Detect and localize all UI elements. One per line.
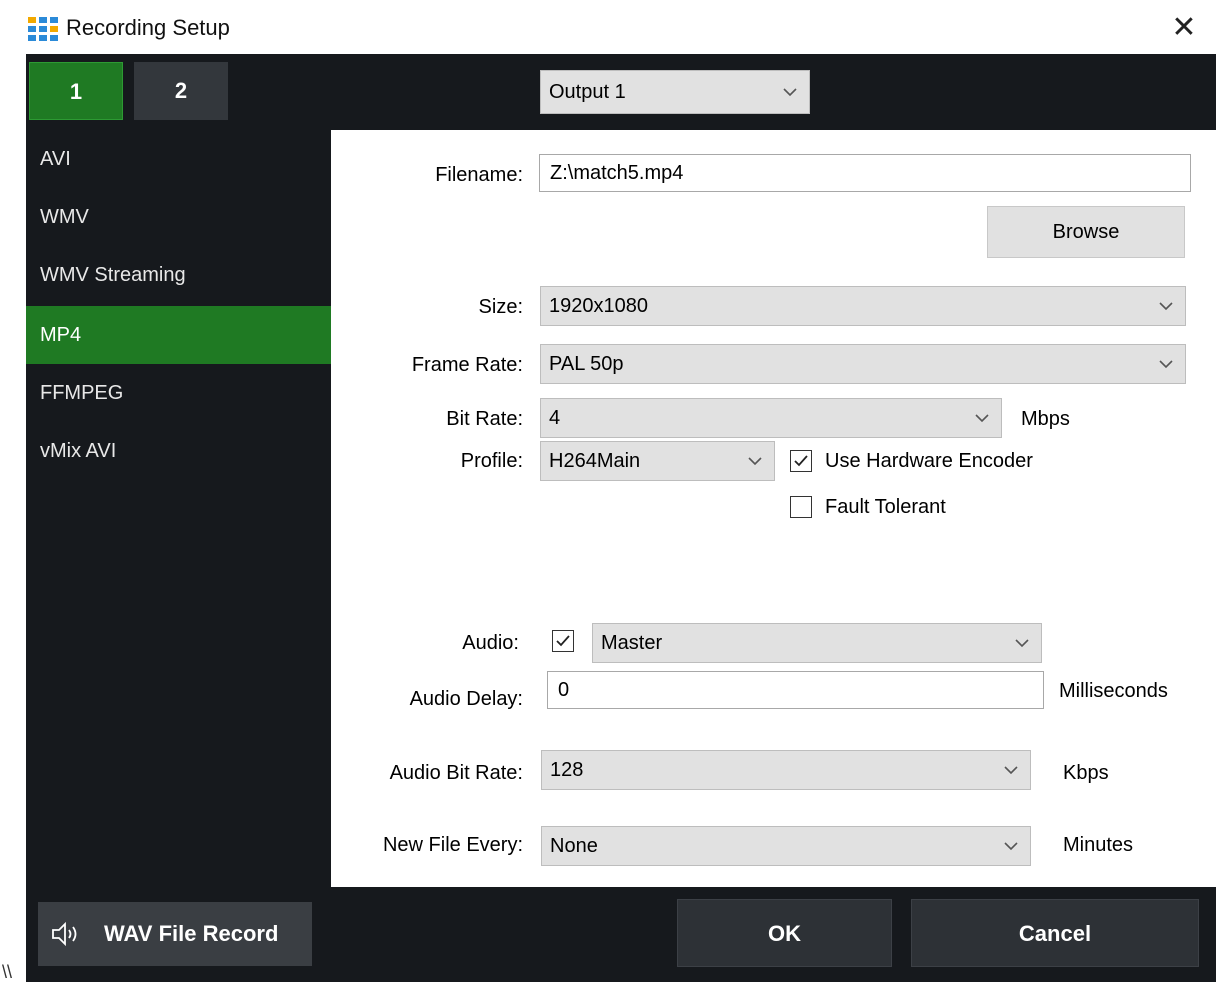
output-select-value: Output 1 (549, 80, 626, 103)
profile-select[interactable]: H264Main (540, 441, 775, 481)
close-icon[interactable]: ✕ (1166, 10, 1202, 46)
tab-1[interactable]: 1 (29, 62, 123, 120)
chevron-down-icon (971, 407, 993, 429)
frame-rate-select-value: PAL 50p (549, 352, 624, 375)
settings-panel: Filename: Z:\match5.mp4 Browse Size: 192… (331, 130, 1216, 887)
stray-text: \\ (2, 962, 13, 982)
ok-button[interactable]: OK (677, 899, 892, 967)
audio-delay-input[interactable]: 0 (547, 671, 1044, 709)
audio-source-select-value: Master (601, 631, 663, 654)
cancel-button[interactable]: Cancel (911, 899, 1199, 967)
chevron-down-icon (1155, 353, 1177, 375)
bit-rate-label: Bit Rate: (446, 408, 523, 430)
bit-rate-select[interactable]: 4 (540, 398, 1002, 438)
audio-bit-rate-label: Audio Bit Rate: (389, 762, 523, 784)
top-bar: 1 2 Output 1 (26, 54, 1216, 130)
audio-bit-rate-select[interactable]: 128 (541, 750, 1031, 790)
bit-rate-unit: Mbps (1021, 408, 1070, 430)
title-bar: Recording Setup ✕ (0, 0, 1216, 54)
audio-source-select[interactable]: Master (592, 623, 1042, 663)
use-hardware-encoder-label: Use Hardware Encoder (825, 450, 1033, 472)
new-file-every-select[interactable]: None (541, 826, 1031, 866)
fault-tolerant-label: Fault Tolerant (825, 496, 946, 518)
sidebar-item-wmv-streaming[interactable]: WMV Streaming (26, 246, 331, 304)
filename-input[interactable]: Z:\match5.mp4 (539, 154, 1191, 192)
new-file-every-select-value: None (550, 834, 598, 857)
new-file-every-label: New File Every: (382, 834, 523, 856)
sidebar-item-mp4[interactable]: MP4 (26, 306, 331, 364)
sidebar-item-avi[interactable]: AVI (26, 130, 331, 188)
app-grid-icon (28, 17, 58, 41)
footer-bar: OK Cancel (331, 887, 1216, 982)
chevron-down-icon (1000, 835, 1022, 857)
sidebar-item-vmix-avi[interactable]: vMix AVI (26, 422, 331, 480)
chevron-down-icon (1011, 632, 1033, 654)
wav-file-record-label: WAV File Record (104, 921, 279, 946)
fault-tolerant-checkbox[interactable] (790, 496, 812, 518)
chevron-down-icon (744, 450, 766, 472)
speaker-icon (50, 919, 84, 949)
size-select[interactable]: 1920x1080 (540, 286, 1186, 326)
chevron-down-icon (1000, 759, 1022, 781)
profile-label: Profile: (460, 450, 523, 472)
output-select[interactable]: Output 1 (540, 70, 810, 114)
checkmark-icon (794, 455, 808, 467)
tab-2[interactable]: 2 (134, 62, 228, 120)
checkmark-icon (556, 635, 570, 647)
audio-delay-unit: Milliseconds (1059, 680, 1168, 702)
frame-rate-select[interactable]: PAL 50p (540, 344, 1186, 384)
audio-label: Audio: (462, 632, 519, 654)
filename-label: Filename: (435, 164, 523, 186)
chevron-down-icon (1155, 295, 1177, 317)
chevron-down-icon (779, 81, 801, 103)
sidebar-item-ffmpeg[interactable]: FFMPEG (26, 364, 331, 422)
bit-rate-select-value: 4 (549, 406, 561, 429)
audio-bit-rate-select-value: 128 (550, 758, 584, 781)
wav-file-record-button[interactable]: WAV File Record (38, 902, 312, 966)
new-file-every-unit: Minutes (1063, 834, 1134, 856)
sidebar-item-wmv[interactable]: WMV (26, 188, 331, 246)
size-select-value: 1920x1080 (549, 294, 648, 317)
browse-button[interactable]: Browse (987, 206, 1185, 258)
format-sidebar: AVI WMV WMV Streaming MP4 FFMPEG vMix AV… (26, 130, 331, 982)
audio-delay-label: Audio Delay: (409, 688, 523, 710)
audio-bit-rate-unit: Kbps (1063, 762, 1109, 784)
audio-checkbox[interactable] (552, 630, 574, 652)
profile-select-value: H264Main (549, 449, 641, 472)
window-title: Recording Setup (66, 15, 230, 40)
use-hardware-encoder-checkbox[interactable] (790, 450, 812, 472)
size-label: Size: (478, 296, 523, 318)
frame-rate-label: Frame Rate: (411, 354, 523, 376)
